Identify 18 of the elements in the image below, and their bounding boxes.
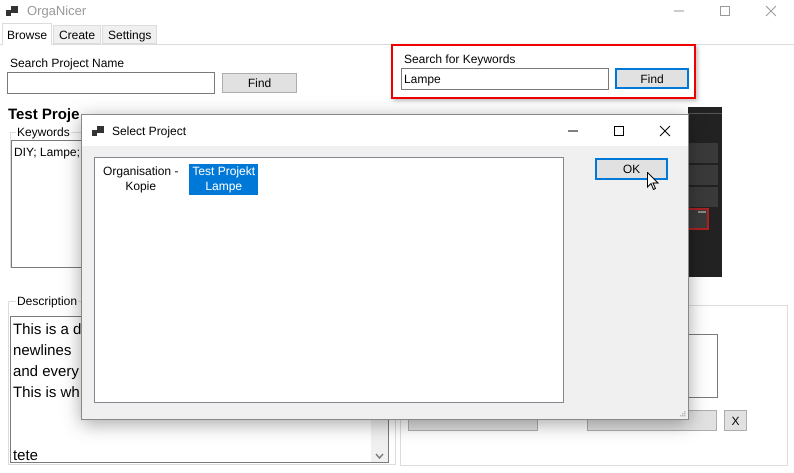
field-label: Search for Keywords [404,52,516,66]
project-list[interactable]: Organisation - Kopie Test Projekt Lampe [94,157,564,403]
field-label: Search Project Name [10,57,126,70]
find-button[interactable]: Find [222,73,297,93]
tab[interactable]: Create [53,25,102,44]
group-label: Description [16,294,78,308]
group-label: Keywords [16,125,71,139]
project-title: Test Proje [8,106,80,124]
find-button[interactable]: Find [615,68,689,89]
ok-button[interactable]: OK [595,158,668,180]
window-title: OrgaNicer [27,2,86,20]
tab[interactable]: Settings [102,25,158,44]
input-field[interactable]: Lampe [401,68,609,90]
remove-button[interactable]: X [724,410,747,431]
list-item[interactable]: Test Projekt Lampe [189,164,258,195]
tab[interactable]: Browse [2,23,52,45]
list-item[interactable]: Organisation - Kopie [100,164,182,195]
dialog-title: Select Project [112,122,186,140]
